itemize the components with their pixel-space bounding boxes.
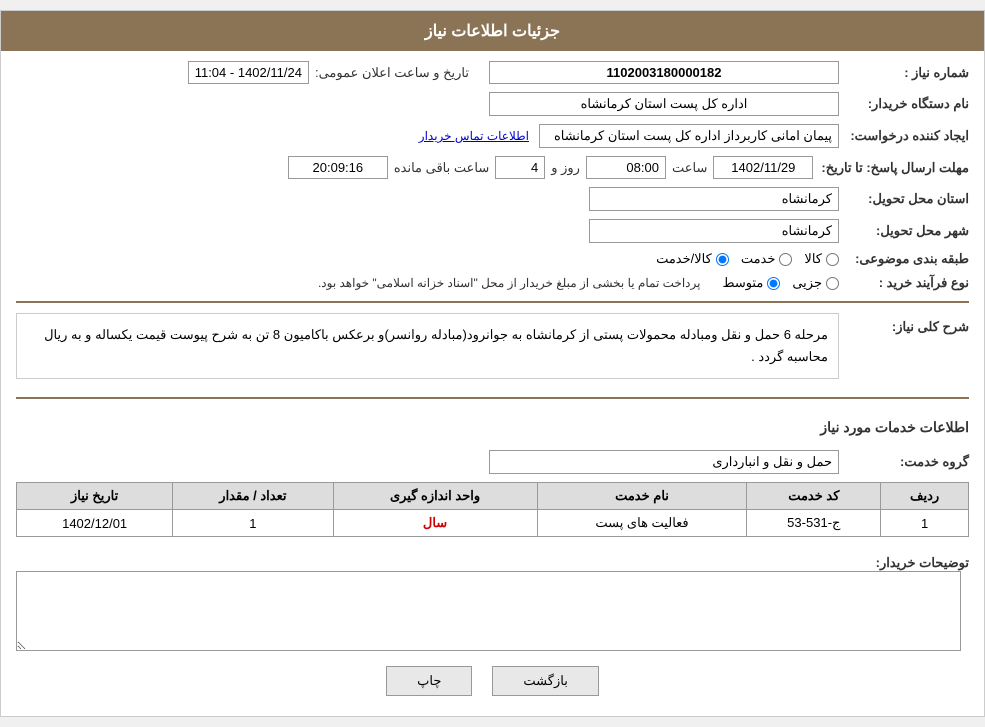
process-radio-jozi[interactable]	[826, 277, 839, 290]
service-group-label: گروه خدمت:	[839, 454, 969, 470]
service-group-value: حمل و نقل و انبارداری	[489, 450, 839, 474]
col-header-unit: واحد اندازه گیری	[333, 483, 537, 510]
process-desc: پرداخت تمام یا بخشی از مبلغ خریدار از مح…	[318, 276, 701, 290]
services-table: ردیف کد خدمت نام خدمت واحد اندازه گیری ت…	[16, 482, 969, 537]
col-header-name: نام خدمت	[537, 483, 747, 510]
table-cell: ج-531-53	[747, 510, 881, 537]
table-cell: 1	[173, 510, 333, 537]
divider-1	[16, 301, 969, 303]
process-radio-group: جزیی متوسط پرداخت تمام یا بخشی از مبلغ خ…	[318, 275, 839, 291]
need-number-label: شماره نیاز :	[839, 65, 969, 81]
deadline-time-label: ساعت	[672, 160, 707, 176]
return-button[interactable]: بازگشت	[492, 666, 598, 696]
creator-value: پیمان امانی کاربرداز اداره کل پست استان …	[539, 124, 839, 148]
deadline-label: مهلت ارسال پاسخ: تا تاریخ:	[813, 160, 969, 176]
buyer-notes-label: توضیحات خریدار:	[839, 555, 969, 571]
process-label: نوع فرآیند خرید :	[839, 275, 969, 291]
city-value: کرمانشاه	[589, 219, 839, 243]
col-header-qty: تعداد / مقدار	[173, 483, 333, 510]
category-both-label: کالا/خدمت	[656, 251, 712, 267]
services-section-title: اطلاعات خدمات مورد نیاز	[820, 419, 969, 436]
category-radio-both[interactable]	[716, 253, 729, 266]
page-header: جزئیات اطلاعات نیاز	[1, 11, 984, 51]
deadline-days: 4	[495, 156, 545, 179]
category-khedmat[interactable]: خدمت	[741, 251, 793, 267]
table-cell: 1	[881, 510, 969, 537]
description-box: مرحله 6 حمل و نقل ومبادله محمولات پستی ا…	[16, 313, 839, 379]
description-label: شرح کلی نیاز:	[839, 319, 969, 335]
buttons-row: بازگشت چاپ	[16, 666, 969, 696]
col-header-row: ردیف	[881, 483, 969, 510]
table-row: 1ج-531-53فعالیت های پستسال11402/12/01	[17, 510, 969, 537]
deadline-remaining-label: ساعت باقی مانده	[394, 160, 489, 176]
city-label: شهر محل تحویل:	[839, 223, 969, 239]
contact-link[interactable]: اطلاعات تماس خریدار	[419, 129, 529, 143]
deadline-time: 08:00	[586, 156, 666, 179]
province-value: کرمانشاه	[589, 187, 839, 211]
deadline-day-label: روز و	[551, 160, 580, 176]
col-header-code: کد خدمت	[747, 483, 881, 510]
print-button[interactable]: چاپ	[386, 666, 472, 696]
requester-org-label: نام دستگاه خریدار:	[839, 96, 969, 112]
need-number-value: 1102003180000182	[489, 61, 839, 84]
requester-org-value: اداره کل پست استان کرمانشاه	[489, 92, 839, 116]
creator-label: ایجاد کننده درخواست:	[839, 128, 969, 144]
table-cell: سال	[333, 510, 537, 537]
category-label: طبقه بندی موضوعی:	[839, 251, 969, 267]
buyer-notes-textarea[interactable]	[16, 571, 961, 651]
category-kala-label: کالا	[804, 251, 822, 267]
date-label: تاریخ و ساعت اعلان عمومی:	[315, 65, 469, 81]
table-cell: فعالیت های پست	[537, 510, 747, 537]
province-label: استان محل تحویل:	[839, 191, 969, 207]
category-kala[interactable]: کالا	[804, 251, 839, 267]
category-radio-kala[interactable]	[826, 253, 839, 266]
page-title: جزئیات اطلاعات نیاز	[425, 23, 560, 40]
table-cell: 1402/12/01	[17, 510, 173, 537]
process-motavasset-label: متوسط	[722, 275, 763, 291]
process-radio-motavasset[interactable]	[767, 277, 780, 290]
deadline-date: 1402/11/29	[713, 156, 813, 179]
process-motavasset[interactable]: متوسط	[722, 275, 780, 291]
category-radio-khedmat[interactable]	[779, 253, 792, 266]
process-jozi-label: جزیی	[792, 275, 822, 291]
category-khedmat-label: خدمت	[741, 251, 776, 267]
deadline-remaining: 20:09:16	[288, 156, 388, 179]
description-text: مرحله 6 حمل و نقل ومبادله محمولات پستی ا…	[44, 327, 828, 364]
category-radio-group: کالا خدمت کالا/خدمت	[656, 251, 839, 267]
col-header-date: تاریخ نیاز	[17, 483, 173, 510]
category-both[interactable]: کالا/خدمت	[656, 251, 729, 267]
date-value: 1402/11/24 - 11:04	[188, 61, 309, 84]
divider-2	[16, 397, 969, 399]
process-jozi[interactable]: جزیی	[792, 275, 839, 291]
